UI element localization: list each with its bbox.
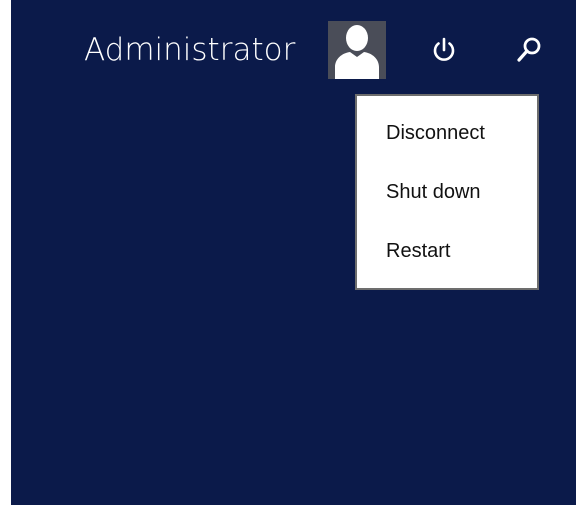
menu-item-restart[interactable]: Restart	[357, 229, 537, 273]
start-screen: Administrator Disconnect Shut down Resta…	[11, 0, 576, 505]
power-button[interactable]	[426, 32, 462, 68]
user-name[interactable]: Administrator	[84, 28, 295, 72]
user-avatar-icon	[335, 25, 379, 79]
menu-item-shut-down[interactable]: Shut down	[357, 170, 537, 214]
power-icon	[433, 37, 455, 61]
power-menu: Disconnect Shut down Restart	[355, 94, 539, 290]
user-avatar[interactable]	[328, 21, 386, 79]
menu-item-disconnect[interactable]: Disconnect	[357, 111, 537, 155]
search-icon	[517, 37, 541, 62]
search-button[interactable]	[511, 32, 547, 68]
